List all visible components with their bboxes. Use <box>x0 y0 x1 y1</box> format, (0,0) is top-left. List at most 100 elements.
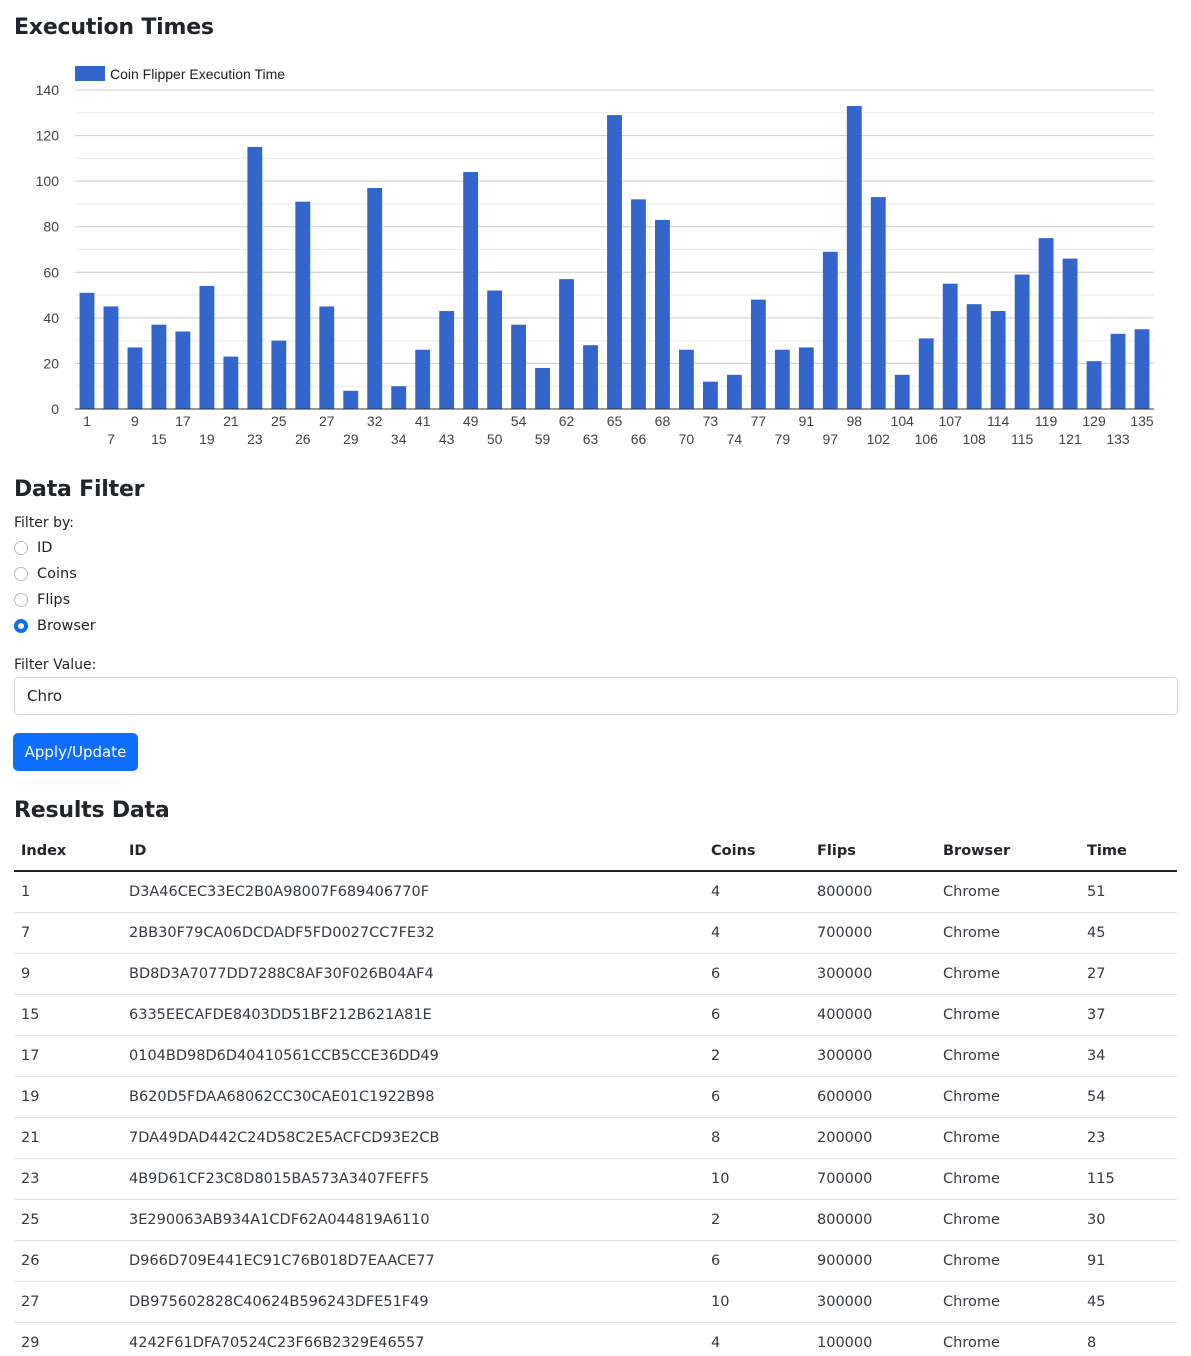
bar[interactable] <box>199 285 215 409</box>
x-tick-label: 129 <box>1082 413 1106 429</box>
cell-index: 7 <box>14 912 122 954</box>
column-header-id: ID <box>122 832 704 872</box>
cell-time: 37 <box>1080 994 1177 1036</box>
bar[interactable] <box>750 299 766 409</box>
bar[interactable] <box>127 347 143 409</box>
bar[interactable] <box>319 306 335 409</box>
x-tick-label: 108 <box>962 431 986 447</box>
filter-heading: Data Filter <box>14 477 145 502</box>
bar[interactable] <box>894 374 910 409</box>
bar[interactable] <box>343 390 359 409</box>
cell-flips: 200000 <box>810 1117 936 1159</box>
bar[interactable] <box>942 283 958 409</box>
table-row: 21 7DA49DAD442C24D58C2E5ACFCD93E2CB 8 20… <box>14 1117 1177 1159</box>
bar[interactable] <box>463 172 479 409</box>
x-tick-label: 1 <box>83 413 91 429</box>
bar[interactable] <box>607 115 622 410</box>
bar[interactable] <box>559 279 574 409</box>
cell-time: 115 <box>1080 1158 1177 1200</box>
column-header-flips: Flips <box>810 832 936 872</box>
bar[interactable] <box>990 311 1006 409</box>
bar[interactable] <box>870 197 886 409</box>
bar[interactable] <box>918 338 934 409</box>
cell-time: 54 <box>1080 1076 1177 1118</box>
bar[interactable] <box>247 146 263 409</box>
bar[interactable] <box>511 324 527 409</box>
cell-coins: 6 <box>704 1240 810 1282</box>
y-tick-label: 100 <box>36 173 60 189</box>
bar[interactable] <box>822 251 838 409</box>
bar[interactable] <box>774 349 790 409</box>
cell-index: 15 <box>14 994 122 1036</box>
apply-update-button[interactable]: Apply/Update <box>13 733 138 771</box>
cell-browser: Chrome <box>936 953 1080 995</box>
bar[interactable] <box>846 105 862 409</box>
x-tick-label: 15 <box>151 431 167 447</box>
table-row: 19 B620D5FDAA68062CC30CAE01C1922B98 6 60… <box>14 1076 1177 1118</box>
table-row: 9 BD8D3A7077DD7288C8AF30F026B04AF4 6 300… <box>14 953 1177 995</box>
bar[interactable] <box>655 219 670 409</box>
radio-button-selected[interactable] <box>14 619 28 633</box>
bar[interactable] <box>1062 258 1078 409</box>
cell-id: D966D709E441EC91C76B018D7EAACE77 <box>122 1240 704 1282</box>
bar[interactable] <box>367 187 383 409</box>
bar[interactable] <box>79 292 95 409</box>
radio-label: Flips <box>37 592 71 608</box>
cell-time: 45 <box>1080 912 1177 954</box>
bar[interactable] <box>223 356 239 409</box>
cell-id: 7DA49DAD442C24D58C2E5ACFCD93E2CB <box>122 1117 704 1159</box>
bar[interactable] <box>1110 333 1126 409</box>
bar[interactable] <box>966 304 982 409</box>
bar[interactable] <box>103 306 119 409</box>
bar[interactable] <box>487 290 503 409</box>
cell-flips: 700000 <box>810 1158 936 1200</box>
bar-chart-svg: 0204060801001201401791517192123252627293… <box>36 66 1154 447</box>
column-header-browser: Browser <box>936 832 1080 872</box>
table-row: 1 D3A46CEC33EC2B0A98007F689406770F 4 800… <box>14 871 1177 913</box>
bar[interactable] <box>151 324 167 409</box>
radio-button[interactable] <box>14 541 28 555</box>
radio-option-id[interactable]: ID <box>14 538 52 558</box>
radio-label: ID <box>37 540 53 556</box>
cell-index: 17 <box>14 1035 122 1077</box>
bar[interactable] <box>726 374 742 409</box>
bar[interactable] <box>702 381 718 409</box>
radio-option-flips[interactable]: Flips <box>14 590 70 610</box>
bar[interactable] <box>679 349 694 409</box>
bar[interactable] <box>583 345 598 409</box>
cell-browser: Chrome <box>936 1076 1080 1118</box>
chart-heading: Execution Times <box>14 15 214 40</box>
filter-value-input[interactable] <box>14 677 1178 715</box>
bar[interactable] <box>391 386 407 409</box>
x-tick-label: 21 <box>223 413 239 429</box>
radio-option-browser[interactable]: Browser <box>14 616 96 636</box>
radio-button[interactable] <box>14 567 28 581</box>
table-header-row: Index ID Coins Flips Browser Time <box>14 832 1177 872</box>
bar[interactable] <box>1038 238 1054 409</box>
bar[interactable] <box>271 340 287 409</box>
radio-button[interactable] <box>14 593 28 607</box>
bar[interactable] <box>1134 329 1150 409</box>
bar[interactable] <box>175 331 191 409</box>
cell-coins: 10 <box>704 1281 810 1323</box>
bar[interactable] <box>415 349 431 409</box>
bar[interactable] <box>798 347 814 409</box>
cell-index: 27 <box>14 1281 122 1323</box>
x-tick-label: 91 <box>799 413 815 429</box>
x-tick-label: 59 <box>535 431 551 447</box>
x-tick-label: 74 <box>727 431 743 447</box>
cell-id: 2BB30F79CA06DCDADF5FD0027CC7FE32 <box>122 912 704 954</box>
radio-option-coins[interactable]: Coins <box>14 564 77 584</box>
bar[interactable] <box>1086 361 1102 409</box>
bar[interactable] <box>631 199 646 409</box>
cell-coins: 4 <box>704 912 810 954</box>
bar[interactable] <box>535 367 550 409</box>
bar[interactable] <box>1014 274 1030 409</box>
bar[interactable] <box>439 311 455 409</box>
cell-coins: 4 <box>704 1322 810 1356</box>
y-tick-label: 40 <box>43 310 59 326</box>
cell-flips: 800000 <box>810 871 936 913</box>
bar[interactable] <box>295 201 311 409</box>
x-tick-label: 63 <box>583 431 599 447</box>
cell-flips: 400000 <box>810 994 936 1036</box>
